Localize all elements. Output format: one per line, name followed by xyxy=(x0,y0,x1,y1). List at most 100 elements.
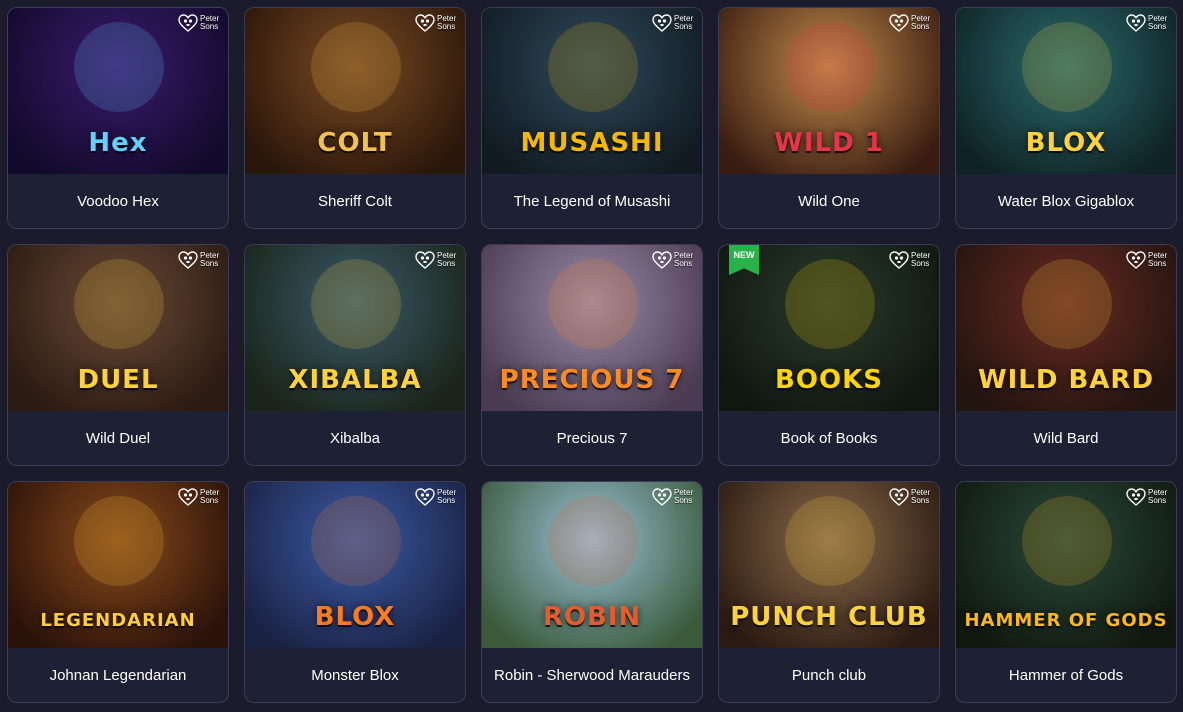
provider-name-line2: Sons xyxy=(437,259,456,268)
game-thumbnail[interactable]: BLOX Peter Sons xyxy=(956,8,1176,174)
game-logo-text: HAMMER OF GODS xyxy=(964,610,1168,631)
game-thumbnail[interactable]: COLT Peter Sons xyxy=(245,8,465,174)
game-card[interactable]: PUNCH CLUB Peter Sons Punch club xyxy=(718,481,940,703)
provider-name-line2: Sons xyxy=(911,22,930,31)
game-title[interactable]: The Legend of Musashi xyxy=(482,174,702,228)
game-thumbnail[interactable]: ROBIN Peter Sons xyxy=(482,482,702,648)
game-title[interactable]: Robin - Sherwood Marauders xyxy=(482,648,702,702)
game-card[interactable]: BLOX Peter Sons Water Blox Gigablox xyxy=(955,7,1177,229)
game-thumbnail[interactable]: PRECIOUS 7 Peter Sons xyxy=(482,245,702,411)
provider-name-line2: Sons xyxy=(1148,22,1167,31)
game-card[interactable]: ROBIN Peter Sons Robin - Sherwood Marauders xyxy=(481,481,703,703)
game-logo-text: WILD 1 xyxy=(774,128,884,158)
heart-skull-icon xyxy=(178,251,198,269)
heart-skull-icon xyxy=(1126,14,1146,32)
game-title[interactable]: Johnan Legendarian xyxy=(8,648,228,702)
game-thumbnail[interactable]: DUEL Peter Sons xyxy=(8,245,228,411)
provider-name-line2: Sons xyxy=(200,496,219,505)
game-title[interactable]: Punch club xyxy=(719,648,939,702)
game-thumbnail[interactable]: HAMMER OF GODS Peter Sons xyxy=(956,482,1176,648)
game-thumbnail[interactable]: LEGENDARIAN Peter Sons xyxy=(8,482,228,648)
heart-skull-icon xyxy=(652,488,672,506)
game-card[interactable]: PRECIOUS 7 Peter Sons Precious 7 xyxy=(481,244,703,466)
provider-logo: Peter Sons xyxy=(178,488,222,506)
game-title[interactable]: Wild One xyxy=(719,174,939,228)
provider-logo: Peter Sons xyxy=(652,251,696,269)
game-thumbnail[interactable]: Hex Peter Sons xyxy=(8,8,228,174)
game-logo-text: Hex xyxy=(88,128,148,158)
artwork-decoration xyxy=(1022,259,1112,349)
game-logo-text: COLT xyxy=(317,128,393,158)
game-logo-text: XIBALBA xyxy=(288,365,422,395)
game-thumbnail[interactable]: MUSASHI Peter Sons xyxy=(482,8,702,174)
artwork-decoration xyxy=(74,496,164,586)
provider-logo: Peter Sons xyxy=(652,14,696,32)
game-card[interactable]: Hex Peter Sons Voodoo Hex xyxy=(7,7,229,229)
provider-logo: Peter Sons xyxy=(178,251,222,269)
game-title[interactable]: Sheriff Colt xyxy=(245,174,465,228)
game-title[interactable]: Book of Books xyxy=(719,411,939,465)
provider-name-line2: Sons xyxy=(437,22,456,31)
provider-logo: Peter Sons xyxy=(889,251,933,269)
provider-name-line2: Sons xyxy=(674,22,693,31)
artwork-decoration xyxy=(785,259,875,349)
game-title[interactable]: Wild Bard xyxy=(956,411,1176,465)
heart-skull-icon xyxy=(889,488,909,506)
game-logo-text: PUNCH CLUB xyxy=(730,602,928,632)
artwork-decoration xyxy=(548,22,638,112)
heart-skull-icon xyxy=(889,251,909,269)
game-logo-text: BOOKS xyxy=(775,365,883,395)
game-thumbnail[interactable]: BLOX Peter Sons xyxy=(245,482,465,648)
artwork-decoration xyxy=(785,496,875,586)
provider-name-line2: Sons xyxy=(200,22,219,31)
provider-name-line2: Sons xyxy=(911,259,930,268)
game-card[interactable]: XIBALBA Peter Sons Xibalba xyxy=(244,244,466,466)
provider-logo: Peter Sons xyxy=(178,14,222,32)
game-card[interactable]: DUEL Peter Sons Wild Duel xyxy=(7,244,229,466)
heart-skull-icon xyxy=(652,14,672,32)
game-logo-text: ROBIN xyxy=(542,602,642,632)
game-logo-text: LEGENDARIAN xyxy=(40,610,196,631)
game-card[interactable]: WILD BARD Peter Sons Wild Bard xyxy=(955,244,1177,466)
game-logo-text: PRECIOUS 7 xyxy=(499,365,685,395)
game-title[interactable]: Wild Duel xyxy=(8,411,228,465)
provider-name-line2: Sons xyxy=(674,259,693,268)
game-card[interactable]: WILD 1 Peter Sons Wild One xyxy=(718,7,940,229)
game-thumbnail[interactable]: XIBALBA Peter Sons xyxy=(245,245,465,411)
game-card[interactable]: LEGENDARIAN Peter Sons Johnan Legendarian xyxy=(7,481,229,703)
artwork-decoration xyxy=(785,22,875,112)
game-title[interactable]: Xibalba xyxy=(245,411,465,465)
game-logo-text: MUSASHI xyxy=(520,128,664,158)
game-grid: Hex Peter Sons Voodoo Hex COLT Peter Sons Sheri… xyxy=(7,7,1177,703)
provider-name-line2: Sons xyxy=(1148,259,1167,268)
game-title[interactable]: Hammer of Gods xyxy=(956,648,1176,702)
provider-name-line2: Sons xyxy=(200,259,219,268)
game-thumbnail[interactable]: PUNCH CLUB Peter Sons xyxy=(719,482,939,648)
game-card[interactable]: HAMMER OF GODS Peter Sons Hammer of Gods xyxy=(955,481,1177,703)
artwork-decoration xyxy=(548,496,638,586)
game-card[interactable]: COLT Peter Sons Sheriff Colt xyxy=(244,7,466,229)
game-title[interactable]: Water Blox Gigablox xyxy=(956,174,1176,228)
provider-name-line2: Sons xyxy=(1148,496,1167,505)
provider-logo: Peter Sons xyxy=(415,14,459,32)
game-thumbnail[interactable]: WILD BARD Peter Sons xyxy=(956,245,1176,411)
artwork-decoration xyxy=(74,259,164,349)
heart-skull-icon xyxy=(415,488,435,506)
artwork-decoration xyxy=(1022,496,1112,586)
provider-logo: Peter Sons xyxy=(415,488,459,506)
game-thumbnail[interactable]: WILD 1 Peter Sons xyxy=(719,8,939,174)
heart-skull-icon xyxy=(652,251,672,269)
game-card[interactable]: MUSASHI Peter Sons The Legend of Musashi xyxy=(481,7,703,229)
heart-skull-icon xyxy=(415,251,435,269)
game-card[interactable]: BLOX Peter Sons Monster Blox xyxy=(244,481,466,703)
game-logo-text: BLOX xyxy=(314,602,396,632)
provider-logo: Peter Sons xyxy=(1126,488,1170,506)
game-card[interactable]: BOOKS Peter Sons NEW Book of Books xyxy=(718,244,940,466)
game-thumbnail[interactable]: BOOKS Peter Sons NEW xyxy=(719,245,939,411)
game-title[interactable]: Monster Blox xyxy=(245,648,465,702)
game-title[interactable]: Voodoo Hex xyxy=(8,174,228,228)
artwork-decoration xyxy=(311,496,401,586)
artwork-decoration xyxy=(311,22,401,112)
game-title[interactable]: Precious 7 xyxy=(482,411,702,465)
provider-logo: Peter Sons xyxy=(415,251,459,269)
